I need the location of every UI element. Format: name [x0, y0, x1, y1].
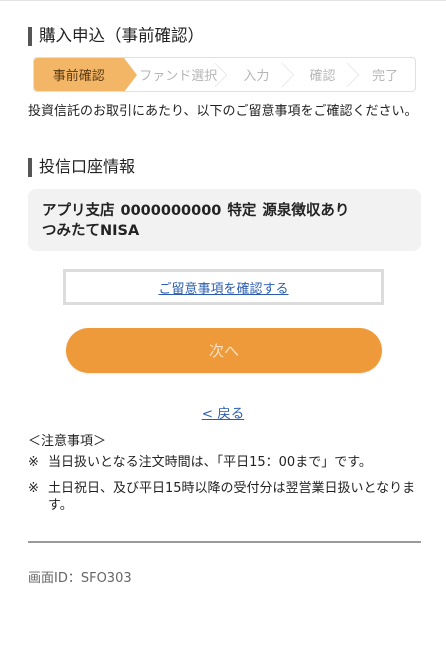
note-mark: ※	[28, 481, 39, 496]
next-button[interactable]: 次へ	[66, 328, 382, 373]
note-item: ※ 土日祝日、及び平日15時以降の受付分は翌営業日扱いとなります。	[28, 480, 423, 514]
page-title: 購入申込（事前確認）	[28, 26, 204, 46]
account-branch: アプリ支店	[42, 203, 115, 219]
account-info-row: アプリ支店 0000000000 特定 源泉徴収あり	[42, 201, 407, 221]
heading-bar	[28, 157, 32, 177]
step-fund-select: ファンド選択	[124, 58, 228, 91]
note-text: 当日扱いとなる注文時間は、「平日15：00まで」です。	[48, 455, 372, 470]
step-label: 入力	[243, 69, 270, 84]
account-tax: 源泉徴収あり	[262, 203, 350, 219]
notes-section: ＜注意事項＞ ※ 当日扱いとなる注文時間は、「平日15：00まで」です。 ※ 土…	[28, 433, 423, 523]
account-nisa: つみたてNISA	[42, 223, 140, 239]
step-label: 完了	[372, 69, 399, 84]
page-title-text: 購入申込（事前確認）	[39, 26, 204, 45]
confirm-notes-link[interactable]: ご留意事項を確認する	[63, 269, 384, 305]
note-item: ※ 当日扱いとなる注文時間は、「平日15：00まで」です。	[28, 454, 423, 471]
step-confirm: 確認	[290, 58, 360, 91]
step-complete: 完了	[355, 58, 415, 91]
note-mark: ※	[28, 455, 39, 470]
account-section-title: 投信口座情報	[28, 157, 135, 177]
step-input: 入力	[223, 58, 294, 91]
screen-id: 画面ID：SFO303	[28, 571, 132, 586]
footer-divider	[28, 541, 421, 543]
heading-bar	[28, 26, 32, 46]
note-text: 土日祝日、及び平日15時以降の受付分は翌営業日扱いとなります。	[48, 481, 416, 513]
account-number: 0000000000	[120, 203, 222, 219]
back-link[interactable]: < 戻る	[202, 406, 245, 422]
step-label: 事前確認	[52, 69, 105, 84]
account-type: 特定	[227, 203, 257, 219]
step-label: 確認	[309, 69, 336, 84]
step-pre-check: 事前確認	[34, 58, 136, 91]
intro-text: 投資信託のお取引にあたり、以下のご留意事項をご確認ください。	[28, 104, 418, 119]
account-section-title-text: 投信口座情報	[39, 157, 136, 176]
top-divider	[0, 0, 446, 1]
step-indicator: 事前確認 ファンド選択 入力 確認 完了	[33, 57, 416, 92]
notes-title: ＜注意事項＞	[28, 434, 107, 449]
back-link-wrapper: < 戻る	[0, 402, 446, 422]
account-info-card: アプリ支店 0000000000 特定 源泉徴収あり つみたてNISA	[28, 189, 421, 251]
